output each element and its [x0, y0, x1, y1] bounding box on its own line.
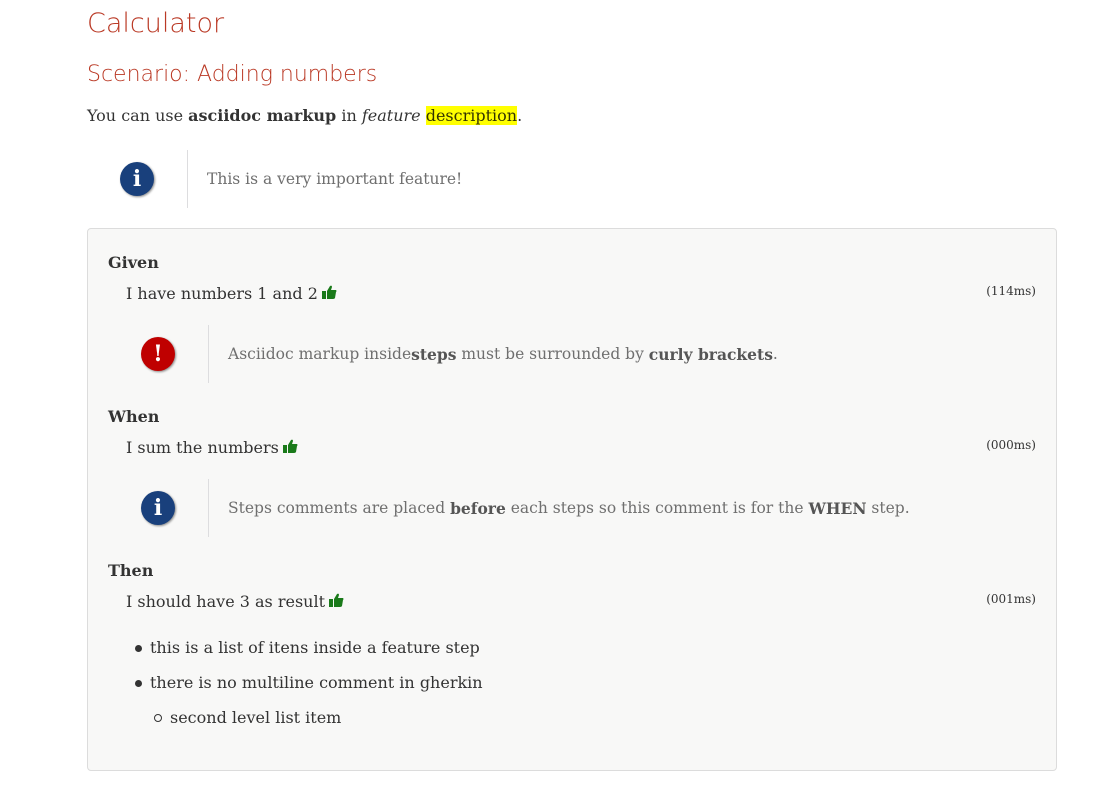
nested-list-item: second level list item [132, 708, 483, 743]
info-icon: i [141, 491, 175, 525]
thumbs-up-icon [282, 438, 298, 457]
bullet-icon [135, 680, 142, 687]
given-comment-text: Asciidoc markup inside steps must be sur… [208, 325, 778, 383]
then-keyword: Then [108, 561, 154, 580]
when-step-text: I sum the numbers [126, 438, 279, 457]
italic-text: feature [361, 106, 421, 125]
given-keyword: Given [108, 253, 159, 272]
given-comment-admonition: ! Asciidoc markup inside steps must be s… [108, 325, 778, 383]
given-step: I have numbers 1 and 2 [126, 284, 337, 303]
scenario-title: Scenario: Adding numbers [87, 62, 378, 87]
thumbs-up-icon [321, 284, 337, 303]
thumbs-up-icon [329, 592, 344, 611]
when-keyword: When [108, 407, 160, 426]
bold-text: asciidoc markup [188, 106, 337, 125]
highlighted-text: description [425, 106, 518, 125]
then-step-text: I should have 3 as result [126, 592, 326, 611]
list-item: this is a list of itens inside a feature… [132, 638, 483, 673]
when-comment-admonition: i Steps comments are placed before each … [108, 479, 910, 537]
circle-bullet-icon [154, 714, 162, 722]
warning-icon: ! [141, 337, 175, 371]
when-comment-text: Steps comments are placed before each st… [208, 479, 910, 537]
given-duration: (114ms) [986, 284, 1036, 298]
then-step-list: this is a list of itens inside a feature… [132, 638, 483, 743]
bullet-icon [135, 645, 142, 652]
scenario-description: You can use asciidoc markup in feature d… [87, 106, 523, 125]
when-step: I sum the numbers [126, 438, 298, 457]
scenario-steps-box: Given I have numbers 1 and 2 (114ms) ! A… [87, 228, 1057, 771]
then-step: I should have 3 as result [126, 592, 344, 611]
note-text: This is a very important feature! [187, 150, 462, 208]
then-duration: (001ms) [986, 592, 1036, 606]
when-duration: (000ms) [986, 438, 1036, 452]
note-admonition: i This is a very important feature! [87, 150, 462, 208]
list-item: there is no multiline comment in gherkin [132, 673, 483, 708]
info-icon: i [120, 162, 154, 196]
given-step-text: I have numbers 1 and 2 [126, 284, 318, 303]
feature-title: Calculator [87, 8, 225, 39]
